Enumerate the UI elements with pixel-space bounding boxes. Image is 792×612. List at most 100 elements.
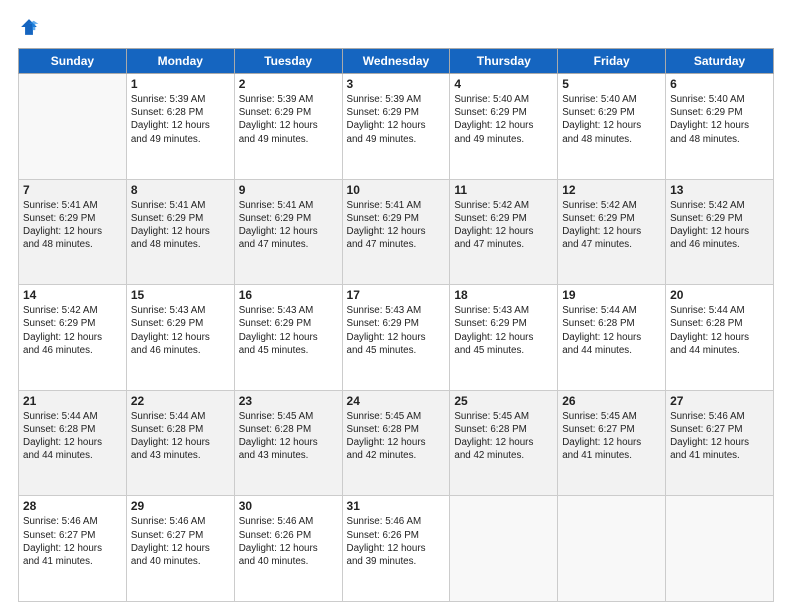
day-number: 21 <box>23 394 122 408</box>
day-number: 15 <box>131 288 230 302</box>
day-number: 31 <box>347 499 446 513</box>
day-info: Sunrise: 5:42 AMSunset: 6:29 PMDaylight:… <box>670 199 769 252</box>
weekday-header-row: SundayMondayTuesdayWednesdayThursdayFrid… <box>19 49 774 74</box>
weekday-header-thursday: Thursday <box>450 49 558 74</box>
calendar-cell: 7 Sunrise: 5:41 AMSunset: 6:29 PMDaylight… <box>19 179 127 285</box>
calendar-cell <box>666 496 774 602</box>
calendar-cell: 23 Sunrise: 5:45 AMSunset: 6:28 PMDayligh… <box>234 390 342 496</box>
day-info: Sunrise: 5:46 AMSunset: 6:27 PMDaylight:… <box>23 515 122 568</box>
weekday-header-friday: Friday <box>558 49 666 74</box>
calendar-cell: 27Sunrise: 5:46 AMSunset: 6:27 PMDayligh… <box>666 390 774 496</box>
calendar-cell: 24Sunrise: 5:45 AMSunset: 6:28 PMDayligh… <box>342 390 450 496</box>
calendar-week-row: 7 Sunrise: 5:41 AMSunset: 6:29 PMDaylight… <box>19 179 774 285</box>
calendar-cell <box>19 74 127 180</box>
day-info: Sunrise: 5:42 AMSunset: 6:29 PMDaylight:… <box>454 199 553 252</box>
calendar-cell: 30Sunrise: 5:46 AMSunset: 6:26 PMDayligh… <box>234 496 342 602</box>
day-info: Sunrise: 5:39 AMSunset: 6:29 PMDaylight:… <box>239 93 338 146</box>
calendar-week-row: 1 Sunrise: 5:39 AMSunset: 6:28 PMDaylight… <box>19 74 774 180</box>
calendar-cell: 22 Sunrise: 5:44 AMSunset: 6:28 PMDayligh… <box>126 390 234 496</box>
day-number: 10 <box>347 183 446 197</box>
weekday-header-saturday: Saturday <box>666 49 774 74</box>
day-info: Sunrise: 5:41 AMSunset: 6:29 PMDaylight:… <box>23 199 122 252</box>
calendar-cell: 19 Sunrise: 5:44 AMSunset: 6:28 PMDayligh… <box>558 285 666 391</box>
day-info: Sunrise: 5:41 AMSunset: 6:29 PMDaylight:… <box>347 199 446 252</box>
calendar-cell: 10 Sunrise: 5:41 AMSunset: 6:29 PMDayligh… <box>342 179 450 285</box>
day-info: Sunrise: 5:45 AMSunset: 6:27 PMDaylight:… <box>562 410 661 463</box>
calendar-cell: 2 Sunrise: 5:39 AMSunset: 6:29 PMDaylight… <box>234 74 342 180</box>
day-number: 18 <box>454 288 553 302</box>
calendar-week-row: 21 Sunrise: 5:44 AMSunset: 6:28 PMDayligh… <box>19 390 774 496</box>
day-info: Sunrise: 5:44 AMSunset: 6:28 PMDaylight:… <box>23 410 122 463</box>
weekday-header-wednesday: Wednesday <box>342 49 450 74</box>
calendar-cell: 15 Sunrise: 5:43 AMSunset: 6:29 PMDayligh… <box>126 285 234 391</box>
day-number: 20 <box>670 288 769 302</box>
logo <box>18 16 44 38</box>
day-info: Sunrise: 5:43 AMSunset: 6:29 PMDaylight:… <box>347 304 446 357</box>
calendar-cell: 4 Sunrise: 5:40 AMSunset: 6:29 PMDaylight… <box>450 74 558 180</box>
calendar-table: SundayMondayTuesdayWednesdayThursdayFrid… <box>18 48 774 602</box>
calendar-cell: 3Sunrise: 5:39 AMSunset: 6:29 PMDaylight… <box>342 74 450 180</box>
day-number: 14 <box>23 288 122 302</box>
day-number: 27 <box>670 394 769 408</box>
day-info: Sunrise: 5:44 AMSunset: 6:28 PMDaylight:… <box>670 304 769 357</box>
day-number: 16 <box>239 288 338 302</box>
day-number: 7 <box>23 183 122 197</box>
day-number: 2 <box>239 77 338 91</box>
day-number: 3 <box>347 77 446 91</box>
calendar-cell: 14 Sunrise: 5:42 AMSunset: 6:29 PMDayligh… <box>19 285 127 391</box>
day-number: 5 <box>562 77 661 91</box>
day-number: 23 <box>239 394 338 408</box>
day-number: 8 <box>131 183 230 197</box>
day-info: Sunrise: 5:46 AMSunset: 6:27 PMDaylight:… <box>131 515 230 568</box>
day-info: Sunrise: 5:43 AMSunset: 6:29 PMDaylight:… <box>131 304 230 357</box>
day-number: 29 <box>131 499 230 513</box>
day-info: Sunrise: 5:40 AMSunset: 6:29 PMDaylight:… <box>562 93 661 146</box>
calendar-week-row: 28Sunrise: 5:46 AMSunset: 6:27 PMDayligh… <box>19 496 774 602</box>
day-info: Sunrise: 5:45 AMSunset: 6:28 PMDaylight:… <box>239 410 338 463</box>
calendar-cell: 25 Sunrise: 5:45 AMSunset: 6:28 PMDayligh… <box>450 390 558 496</box>
day-number: 9 <box>239 183 338 197</box>
day-info: Sunrise: 5:45 AMSunset: 6:28 PMDaylight:… <box>454 410 553 463</box>
header <box>18 16 774 38</box>
day-info: Sunrise: 5:40 AMSunset: 6:29 PMDaylight:… <box>670 93 769 146</box>
day-number: 13 <box>670 183 769 197</box>
calendar-cell: 20 Sunrise: 5:44 AMSunset: 6:28 PMDayligh… <box>666 285 774 391</box>
calendar-week-row: 14 Sunrise: 5:42 AMSunset: 6:29 PMDayligh… <box>19 285 774 391</box>
day-info: Sunrise: 5:40 AMSunset: 6:29 PMDaylight:… <box>454 93 553 146</box>
day-info: Sunrise: 5:46 AMSunset: 6:26 PMDaylight:… <box>239 515 338 568</box>
calendar-cell: 28Sunrise: 5:46 AMSunset: 6:27 PMDayligh… <box>19 496 127 602</box>
day-number: 6 <box>670 77 769 91</box>
day-info: Sunrise: 5:46 AMSunset: 6:26 PMDaylight:… <box>347 515 446 568</box>
calendar-cell: 29 Sunrise: 5:46 AMSunset: 6:27 PMDayligh… <box>126 496 234 602</box>
day-info: Sunrise: 5:41 AMSunset: 6:29 PMDaylight:… <box>239 199 338 252</box>
calendar-cell: 1 Sunrise: 5:39 AMSunset: 6:28 PMDaylight… <box>126 74 234 180</box>
calendar-cell: 13 Sunrise: 5:42 AMSunset: 6:29 PMDayligh… <box>666 179 774 285</box>
logo-icon <box>18 16 40 38</box>
calendar-cell: 16 Sunrise: 5:43 AMSunset: 6:29 PMDayligh… <box>234 285 342 391</box>
calendar-cell <box>450 496 558 602</box>
calendar-cell: 18Sunrise: 5:43 AMSunset: 6:29 PMDayligh… <box>450 285 558 391</box>
day-info: Sunrise: 5:42 AMSunset: 6:29 PMDaylight:… <box>23 304 122 357</box>
day-number: 19 <box>562 288 661 302</box>
day-info: Sunrise: 5:44 AMSunset: 6:28 PMDaylight:… <box>562 304 661 357</box>
calendar-cell: 12Sunrise: 5:42 AMSunset: 6:29 PMDayligh… <box>558 179 666 285</box>
day-number: 4 <box>454 77 553 91</box>
day-number: 25 <box>454 394 553 408</box>
calendar-cell: 5 Sunrise: 5:40 AMSunset: 6:29 PMDaylight… <box>558 74 666 180</box>
day-number: 22 <box>131 394 230 408</box>
calendar-cell: 8Sunrise: 5:41 AMSunset: 6:29 PMDaylight… <box>126 179 234 285</box>
day-info: Sunrise: 5:39 AMSunset: 6:28 PMDaylight:… <box>131 93 230 146</box>
day-info: Sunrise: 5:43 AMSunset: 6:29 PMDaylight:… <box>239 304 338 357</box>
day-info: Sunrise: 5:44 AMSunset: 6:28 PMDaylight:… <box>131 410 230 463</box>
day-number: 26 <box>562 394 661 408</box>
weekday-header-monday: Monday <box>126 49 234 74</box>
weekday-header-tuesday: Tuesday <box>234 49 342 74</box>
calendar-cell: 6 Sunrise: 5:40 AMSunset: 6:29 PMDaylight… <box>666 74 774 180</box>
calendar-cell: 26 Sunrise: 5:45 AMSunset: 6:27 PMDayligh… <box>558 390 666 496</box>
day-info: Sunrise: 5:45 AMSunset: 6:28 PMDaylight:… <box>347 410 446 463</box>
calendar-cell: 21 Sunrise: 5:44 AMSunset: 6:28 PMDayligh… <box>19 390 127 496</box>
weekday-header-sunday: Sunday <box>19 49 127 74</box>
day-number: 1 <box>131 77 230 91</box>
day-number: 17 <box>347 288 446 302</box>
calendar-cell <box>558 496 666 602</box>
